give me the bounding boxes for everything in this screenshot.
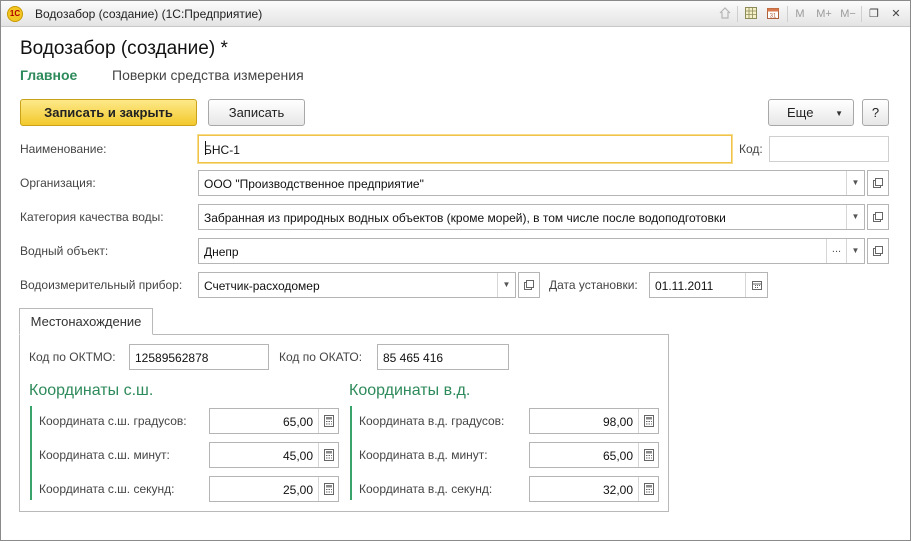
organization-field[interactable]: ООО "Производственное предприятие" ▼ [198, 170, 865, 196]
spreadsheet-icon[interactable] [743, 6, 759, 22]
water-quality-value: Забранная из природных водных объектов (… [204, 211, 726, 225]
ellipsis-icon[interactable]: ... [826, 239, 846, 263]
more-label: Еще [787, 105, 814, 120]
save-button[interactable]: Записать [208, 99, 305, 126]
meter-value: Счетчик-расходомер [204, 279, 320, 293]
app-logo-icon: 1С [7, 6, 23, 22]
north-seconds-field[interactable]: 25,00 [209, 476, 339, 502]
meter-field[interactable]: Счетчик-расходомер ▼ [198, 272, 516, 298]
memory-button[interactable]: M [793, 6, 807, 22]
north-coords-title: Координаты с.ш. [29, 382, 154, 399]
water-body-value: Днепр [204, 245, 239, 259]
east-minutes-value: 65,00 [602, 449, 633, 463]
open-organization-button[interactable] [867, 170, 889, 196]
east-minutes-label: Координата в.д. минут: [359, 448, 488, 462]
install-date-value: 01.11.2011 [655, 279, 714, 293]
north-minutes-label: Координата с.ш. минут: [39, 448, 170, 462]
memory-plus-button[interactable]: M+ [813, 6, 835, 22]
open-link-icon [873, 178, 883, 188]
name-field[interactable]: БНС-1 [198, 135, 732, 163]
page-title: Водозабор (создание) * [20, 38, 228, 59]
home-icon[interactable] [717, 6, 733, 22]
water-quality-label: Категория качества воды: [20, 210, 164, 224]
water-body-field[interactable]: Днепр ... ▼ [198, 238, 865, 264]
organization-value: ООО "Производственное предприятие" [204, 177, 424, 191]
okato-field[interactable]: 85 465 416 [377, 344, 509, 370]
north-seconds-label: Координата с.ш. секунд: [39, 482, 175, 496]
code-label: Код: [739, 142, 763, 156]
help-button[interactable]: ? [862, 99, 889, 126]
calculator-icon[interactable] [318, 477, 338, 501]
more-button[interactable]: Еще ▼ [768, 99, 854, 126]
organization-label: Организация: [20, 176, 96, 190]
open-water-body-button[interactable] [867, 238, 889, 264]
east-seconds-label: Координата в.д. секунд: [359, 482, 493, 496]
code-field[interactable] [769, 136, 889, 162]
north-degrees-value: 65,00 [282, 415, 313, 429]
name-value: БНС-1 [204, 143, 240, 157]
tab-main[interactable]: Главное [20, 67, 77, 83]
title-bar: 1С Водозабор (создание) (1С:Предприятие)… [1, 1, 910, 27]
north-group-bar [30, 406, 32, 500]
oktmo-label: Код по ОКТМО: [29, 350, 116, 364]
open-meter-button[interactable] [518, 272, 540, 298]
restore-icon[interactable]: ❐ [867, 6, 881, 22]
oktmo-field[interactable]: 12589562878 [129, 344, 269, 370]
calculator-icon[interactable] [638, 409, 658, 433]
calculator-icon[interactable] [638, 443, 658, 467]
east-seconds-value: 32,00 [602, 483, 633, 497]
name-label: Наименование: [20, 142, 107, 156]
north-degrees-field[interactable]: 65,00 [209, 408, 339, 434]
open-link-icon [873, 212, 883, 222]
calculator-icon[interactable] [318, 443, 338, 467]
svg-text:31: 31 [770, 14, 777, 20]
close-icon[interactable]: ✕ [889, 6, 903, 22]
north-degrees-label: Координата с.ш. градусов: [39, 414, 187, 428]
tab-verifications[interactable]: Поверки средства измерения [112, 67, 304, 83]
dropdown-arrow-icon[interactable]: ▼ [846, 239, 864, 263]
east-degrees-label: Координата в.д. градусов: [359, 414, 505, 428]
oktmo-value: 12589562878 [135, 351, 209, 365]
calendar-picker-icon[interactable] [745, 273, 767, 297]
install-date-label: Дата установки: [549, 278, 638, 292]
east-degrees-field[interactable]: 98,00 [529, 408, 659, 434]
meter-label: Водоизмерительный прибор: [20, 278, 183, 292]
install-date-field[interactable]: 01.11.2011 [649, 272, 768, 298]
tab-location[interactable]: Местонахождение [19, 308, 153, 335]
window-title: Водозабор (создание) (1С:Предприятие) [35, 7, 263, 21]
dropdown-arrow-icon[interactable]: ▼ [497, 273, 515, 297]
north-minutes-value: 45,00 [282, 449, 313, 463]
east-degrees-value: 98,00 [602, 415, 633, 429]
open-water-quality-button[interactable] [867, 204, 889, 230]
chevron-down-icon: ▼ [835, 109, 843, 118]
memory-minus-button[interactable]: M− [837, 6, 859, 22]
north-seconds-value: 25,00 [282, 483, 313, 497]
dropdown-arrow-icon[interactable]: ▼ [846, 205, 864, 229]
calculator-icon[interactable] [638, 477, 658, 501]
save-and-close-button[interactable]: Записать и закрыть [20, 99, 197, 126]
dropdown-arrow-icon[interactable]: ▼ [846, 171, 864, 195]
east-minutes-field[interactable]: 65,00 [529, 442, 659, 468]
east-group-bar [350, 406, 352, 500]
app-window: 1С Водозабор (создание) (1С:Предприятие)… [0, 0, 911, 541]
water-quality-field[interactable]: Забранная из природных водных объектов (… [198, 204, 865, 230]
east-seconds-field[interactable]: 32,00 [529, 476, 659, 502]
open-link-icon [873, 246, 883, 256]
open-link-icon [524, 280, 534, 290]
water-body-label: Водный объект: [20, 244, 109, 258]
east-coords-title: Координаты в.д. [349, 382, 471, 399]
okato-label: Код по ОКАТО: [279, 350, 363, 364]
okato-value: 85 465 416 [383, 351, 444, 365]
north-minutes-field[interactable]: 45,00 [209, 442, 339, 468]
calendar-icon[interactable]: 31 [765, 6, 781, 22]
calculator-icon[interactable] [318, 409, 338, 433]
